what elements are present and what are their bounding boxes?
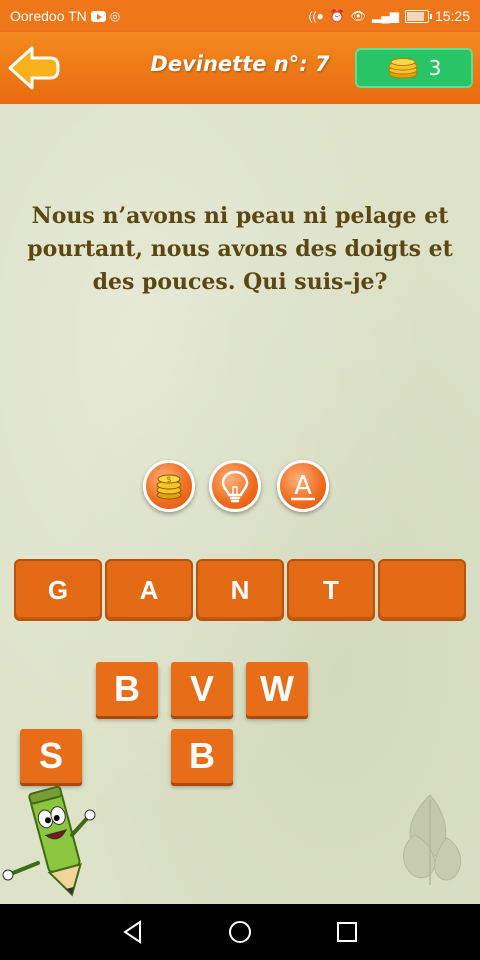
pencil-mascot-icon bbox=[2, 785, 96, 897]
hotspot-icon: ((● bbox=[308, 9, 324, 23]
coin-count: 3 bbox=[428, 56, 442, 80]
radio-icon: ◎ bbox=[109, 9, 121, 23]
answer-slot[interactable]: A bbox=[105, 559, 193, 621]
back-arrow-icon bbox=[8, 46, 60, 90]
back-button[interactable] bbox=[6, 42, 62, 94]
answer-slot[interactable]: T bbox=[287, 559, 375, 621]
battery-icon bbox=[404, 9, 432, 23]
alarm-icon: ⏰ bbox=[329, 9, 345, 23]
svg-text:$: $ bbox=[166, 475, 171, 484]
nav-home-icon[interactable] bbox=[226, 918, 254, 946]
coin-counter[interactable]: 3 bbox=[355, 48, 473, 88]
status-bar: Ooredoo TN ◎ ((● ⏰ 👁 ▂▄▆ 15:25 bbox=[0, 0, 480, 32]
svg-text:A: A bbox=[294, 471, 312, 501]
header-bar: Devinette n°: 7 3 bbox=[0, 32, 480, 104]
riddle-question: Nous n’avons ni peau ni pelage et pourta… bbox=[27, 203, 453, 295]
coins-hint-button[interactable]: $ bbox=[143, 460, 195, 512]
letter-tile[interactable]: B bbox=[96, 662, 158, 716]
status-right: ((● ⏰ 👁 ▂▄▆ 15:25 bbox=[309, 8, 470, 24]
clock: 15:25 bbox=[434, 8, 470, 24]
coin-stack-icon bbox=[388, 58, 418, 79]
letter-tile[interactable]: B bbox=[171, 729, 233, 783]
answer-slot[interactable] bbox=[378, 559, 466, 621]
carrier-label: Ooredoo TN bbox=[10, 8, 87, 24]
bulb-hint-button[interactable] bbox=[209, 460, 261, 512]
bulb-hint-icon bbox=[221, 470, 249, 503]
answer-slot[interactable]: G bbox=[14, 559, 102, 621]
nav-recents-icon[interactable] bbox=[333, 918, 361, 946]
letter-tile[interactable]: W bbox=[246, 662, 308, 716]
coins-hint-icon: $ bbox=[156, 474, 182, 500]
youtube-notification-icon bbox=[90, 10, 106, 22]
answer-slot[interactable]: N bbox=[196, 559, 284, 621]
system-nav-bar bbox=[0, 904, 480, 960]
leaf-decoration-icon bbox=[403, 794, 462, 885]
letter-tile[interactable]: V bbox=[171, 662, 233, 716]
letter-hint-button[interactable]: A bbox=[277, 460, 329, 512]
signal-icon: ▂▄▆ bbox=[371, 9, 399, 23]
status-left: Ooredoo TN ◎ bbox=[10, 8, 120, 24]
nav-back-icon[interactable] bbox=[119, 918, 147, 946]
letter-hint-icon: A bbox=[291, 471, 315, 501]
riddle-number-title: Devinette n°: 7 bbox=[150, 52, 330, 76]
eye-icon: 👁 bbox=[350, 9, 366, 23]
answer-row: G A N T bbox=[14, 559, 466, 623]
